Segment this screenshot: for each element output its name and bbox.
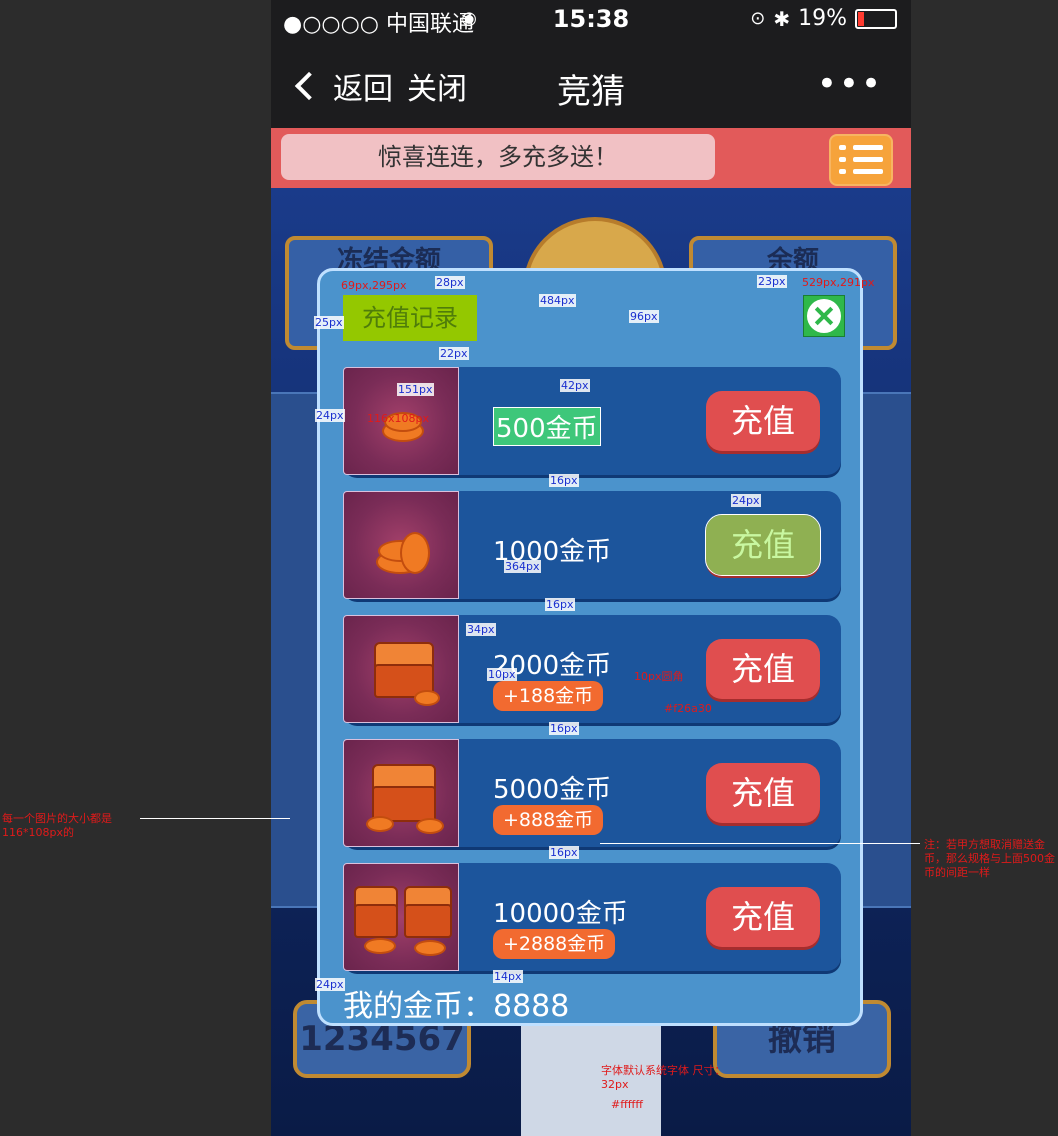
menu-line (853, 169, 883, 174)
annotation-spacing: 10px (487, 668, 517, 681)
annotation-spacing: 23px (757, 275, 787, 288)
my-coins-label: 我的金币： (343, 989, 493, 1024)
annotation-color: #f26a30 (664, 702, 712, 715)
annotation-spacing: 34px (466, 623, 496, 636)
list-menu-icon[interactable] (829, 134, 893, 186)
annotation-spacing: 25px (314, 316, 344, 329)
coin-amount: 500金币 (493, 407, 601, 446)
bonus-badge: +188金币 (493, 681, 604, 711)
recharge-button[interactable]: 充值 (706, 763, 820, 823)
chest-body (354, 904, 398, 938)
annotation-spacing: 364px (504, 560, 541, 573)
treasure-chest-image (343, 739, 459, 847)
page-title: 竞猜 (557, 72, 625, 112)
bluetooth-icon: ✱ (773, 6, 791, 31)
annotation-spacing: 16px (545, 598, 575, 611)
battery-percent: 19% (798, 6, 847, 31)
annotation-spacing: 96px (629, 310, 659, 323)
annotation-spacing: 16px (549, 846, 579, 859)
close-x (807, 299, 841, 333)
wifi-icon: ◉ (461, 8, 477, 29)
annotation-font: 字体默认系统字体 尺寸：32px (601, 1064, 726, 1091)
nav-bar: 返回 关闭 竞猜 ••• (271, 42, 911, 128)
bonus-badge: +888金币 (493, 805, 604, 835)
coin (400, 532, 430, 574)
coin (414, 940, 446, 956)
recharge-record-button[interactable]: 充值记录 (343, 295, 477, 341)
more-icon[interactable]: ••• (817, 64, 883, 104)
coin-stack-image (343, 491, 459, 599)
menu-dot (839, 145, 846, 150)
my-coins-value: 8888 (493, 989, 570, 1024)
recharge-item: 1000金币 充值 (343, 491, 841, 599)
annotation-spacing: 16px (549, 474, 579, 487)
annotation-size: 116x108px (367, 412, 429, 425)
menu-dot (839, 169, 846, 174)
recharge-button[interactable]: 充值 (706, 391, 820, 451)
annotation-position: 529px,291px (802, 276, 875, 289)
recharge-item: 10000金币 +2888金币 充值 (343, 863, 841, 971)
annotation-spacing: 22px (439, 347, 469, 360)
bonus-badge: +2888金币 (493, 929, 616, 959)
chest-body (404, 904, 452, 938)
annotation-spacing: 42px (560, 379, 590, 392)
coin (416, 818, 444, 834)
coin (414, 690, 440, 706)
annotation-leader-line (140, 818, 290, 819)
coin-amount: 5000金币 (493, 775, 612, 805)
annotation-radius: 10px圆角 (634, 670, 684, 683)
annotation-spacing: 14px (493, 970, 523, 983)
treasure-chest-image (343, 615, 459, 723)
coin-amount: 10000金币 (493, 899, 628, 929)
menu-line (853, 145, 883, 150)
recharge-modal: 充值记录 500金币 充值 1000金币 充值 2000金币 +188金币 充值… (317, 268, 863, 1026)
recharge-button[interactable]: 充值 (706, 639, 820, 699)
recharge-item: 2000金币 +188金币 充值 (343, 615, 841, 723)
annotation-spacing: 151px (397, 383, 434, 396)
recharge-item: 5000金币 +888金币 充值 (343, 739, 841, 847)
my-coins: 我的金币：8888 (343, 981, 569, 1025)
treasure-chest-image (343, 863, 459, 971)
battery-icon (855, 8, 897, 29)
annotation-position: 69px,295px (341, 279, 407, 292)
lock-rotation-icon: ⊙ (750, 8, 766, 29)
annotation-spacing: 24px (315, 978, 345, 991)
phone-screen: ●○○○○ 中国联通 15:38 ◉ ⊙ ✱ 19% 返回 关闭 竞猜 ••• … (271, 0, 911, 1136)
annotation-leader-line (600, 843, 920, 844)
status-bar: ●○○○○ 中国联通 15:38 ◉ ⊙ ✱ 19% (271, 0, 911, 42)
annotation-spacing: 24px (731, 494, 761, 507)
promo-banner: 惊喜连连，多充多送！ (271, 128, 911, 188)
banner-text: 惊喜连连，多充多送！ (281, 134, 715, 180)
recharge-button[interactable]: 充值 (706, 887, 820, 947)
menu-dot (839, 157, 846, 162)
annotation-spacing: 484px (539, 294, 576, 307)
annotation-spacing: 16px (549, 722, 579, 735)
battery-fill (858, 11, 864, 26)
close-icon[interactable] (803, 295, 845, 337)
recharge-button[interactable]: 充值 (705, 514, 821, 576)
menu-line (853, 157, 883, 162)
coin (366, 816, 394, 832)
annotation-spacing: 24px (315, 409, 345, 422)
coin (364, 938, 396, 954)
bonus-cancel-note: 注：若甲方想取消赠送金币，那么规格与上面500金币的间距一样 (924, 838, 1055, 879)
annotation-spacing: 28px (435, 276, 465, 289)
status-right: ◉ ⊙ ✱ 19% (461, 6, 897, 31)
annotation-color: #ffffff (611, 1098, 643, 1111)
image-size-note: 每一个图片的大小都是116*108px的 (2, 812, 112, 839)
